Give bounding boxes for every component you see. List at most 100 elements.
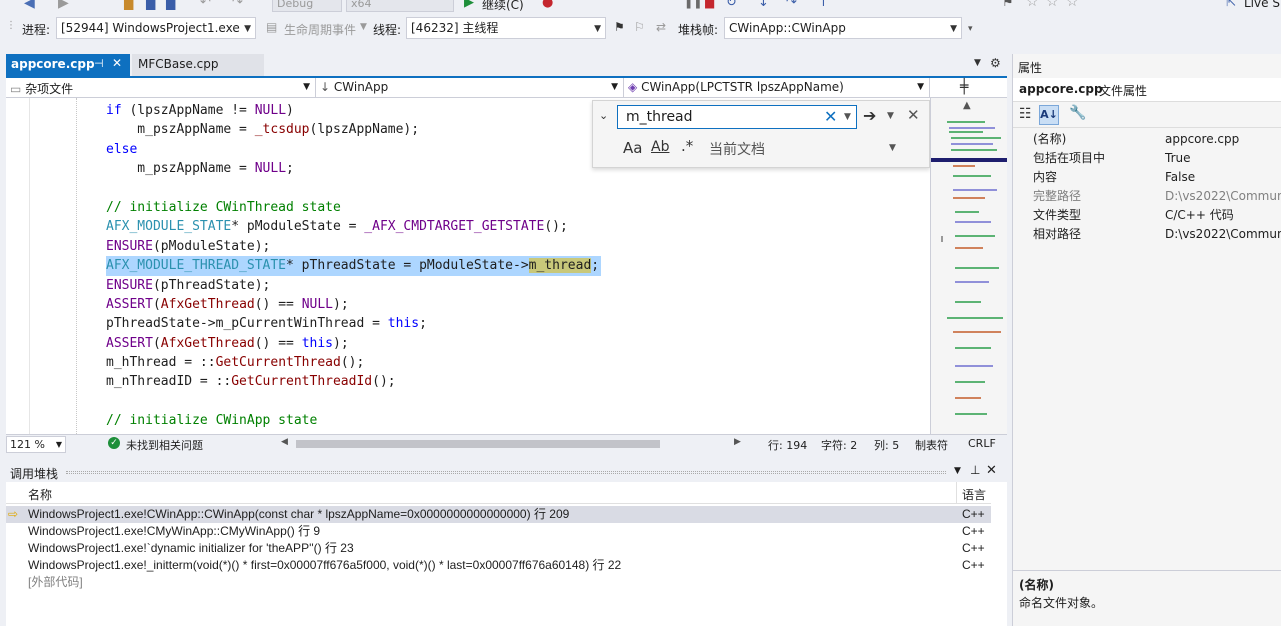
column-header-name[interactable]: 名称: [28, 486, 52, 503]
scroll-left-icon[interactable]: ◀: [281, 437, 288, 447]
issues-status[interactable]: 未找到相关问题: [126, 437, 203, 453]
callstack-row[interactable]: WindowsProject1.exe!CMyWinApp::CMyWinApp…: [6, 523, 991, 540]
tab-list-chevron-icon[interactable]: ▼: [974, 58, 981, 68]
property-row[interactable]: (名称) appcore.cpp: [1013, 130, 1281, 149]
toggle-replace-chevron-icon[interactable]: ⌄: [599, 109, 608, 122]
member-combo[interactable]: ◈ CWinApp(LPCTSTR lpszAppName) ▼: [624, 78, 930, 98]
scope-chevron-icon[interactable]: ▼: [889, 143, 896, 153]
code-line: else: [106, 140, 599, 159]
code-token: * pModuleState =: [231, 219, 365, 235]
column-divider[interactable]: [956, 482, 957, 504]
step-into-icon[interactable]: ↓: [758, 0, 769, 10]
match-case-icon[interactable]: Aa: [623, 139, 642, 157]
save-icon[interactable]: ▆: [146, 0, 155, 10]
continue-button[interactable]: 继续(C): [482, 0, 524, 13]
back-icon[interactable]: ◀: [24, 0, 35, 11]
properties-object-combo[interactable]: appcore.cpp 文件属性: [1013, 78, 1281, 102]
step-out-icon[interactable]: ↑: [818, 0, 829, 10]
property-row[interactable]: 内容 False: [1013, 168, 1281, 187]
categorized-icon[interactable]: ☷: [1019, 106, 1032, 122]
undo-icon[interactable]: ↶: [200, 0, 211, 10]
star-icon[interactable]: ☆: [1026, 0, 1039, 10]
star-icon-3[interactable]: ☆: [1066, 0, 1079, 10]
find-next-icon[interactable]: ➔: [863, 106, 876, 125]
split-window-icon[interactable]: ╪: [960, 79, 968, 95]
live-share-icon[interactable]: ⇱: [1226, 0, 1236, 9]
close-find-icon[interactable]: ✕: [907, 106, 920, 124]
flag-filter-icon[interactable]: ⚐: [634, 20, 645, 34]
property-row[interactable]: 文件类型 C/C++ 代码: [1013, 206, 1281, 225]
close-icon[interactable]: ✕: [112, 56, 122, 70]
code-token: (lpszAppName);: [309, 122, 420, 138]
breakpoint-icon[interactable]: ●: [542, 0, 553, 10]
thread-combo[interactable]: [46232] 主线程 ▼: [406, 17, 606, 39]
configuration-combo[interactable]: Debug: [272, 0, 342, 12]
callstack-row[interactable]: WindowsProject1.exe!`dynamic initializer…: [6, 540, 991, 557]
tab-appcore[interactable]: appcore.cpp ⊣ ✕: [6, 54, 130, 76]
project-combo[interactable]: ▭ 杂项文件 ▼: [6, 78, 316, 98]
editor-gutter: [6, 98, 30, 434]
scroll-thumb[interactable]: [941, 236, 943, 242]
scope-arrow-icon: ↓: [320, 80, 331, 94]
alphabetical-sort-icon[interactable]: A↓: [1039, 105, 1059, 125]
process-combo[interactable]: [52944] WindowsProject1.exe ▼: [56, 17, 256, 39]
live-share-button[interactable]: Live S: [1244, 0, 1280, 10]
tab-mfcbase[interactable]: MFCBase.cpp: [132, 54, 264, 76]
star-icon-2[interactable]: ☆: [1046, 0, 1059, 10]
window-position-chevron-icon[interactable]: ▼: [954, 466, 961, 476]
property-pages-wrench-icon[interactable]: 🔧: [1069, 105, 1086, 121]
misc-files-icon: ▭: [10, 82, 22, 96]
find-options-chevron-icon[interactable]: ▼: [887, 111, 894, 121]
platform-combo[interactable]: x64: [346, 0, 454, 12]
scope-combo[interactable]: ↓ CWinApp ▼: [316, 78, 624, 98]
search-history-chevron-icon[interactable]: ▼: [844, 112, 851, 122]
step-over-icon[interactable]: ↷: [786, 0, 797, 10]
titlebar-grip[interactable]: [66, 471, 946, 474]
callstack-row[interactable]: WindowsProject1.exe!_initterm(void(*)() …: [6, 557, 991, 574]
forward-icon[interactable]: ▶: [58, 0, 69, 11]
column-header-lang[interactable]: 语言: [962, 486, 986, 503]
scroll-up-icon[interactable]: ▲: [963, 100, 971, 111]
pin-icon[interactable]: ⊥: [970, 463, 980, 477]
search-scope-combo[interactable]: 当前文档: [709, 139, 765, 159]
tabs-mode[interactable]: 制表符: [915, 437, 948, 453]
property-row[interactable]: 相对路径 D:\vs2022\Communi: [1013, 225, 1281, 244]
stop-icon[interactable]: ■: [704, 0, 715, 10]
regex-icon[interactable]: .*: [681, 137, 693, 155]
switch-icon[interactable]: ⇄: [656, 20, 666, 34]
toolbar-grip[interactable]: ⋮: [6, 20, 16, 31]
clear-search-icon[interactable]: ✕: [824, 107, 837, 126]
property-row[interactable]: 完整路径 D:\vs2022\Communi: [1013, 187, 1281, 206]
zoom-combo[interactable]: 121 % ▼: [6, 436, 66, 453]
code-token: pThreadState->m_pCurrentWinThread =: [106, 316, 388, 332]
line-ending[interactable]: CRLF: [968, 437, 996, 450]
flag-thread-icon[interactable]: ⚑: [614, 20, 625, 34]
description-divider[interactable]: [1013, 570, 1281, 571]
horizontal-scroll-thumb[interactable]: [296, 440, 660, 448]
restart-icon[interactable]: ↻: [726, 0, 737, 10]
save-all-icon[interactable]: ▆: [166, 0, 175, 10]
code-token: GetCurrentThreadId: [231, 374, 373, 390]
property-value: False: [1165, 170, 1196, 184]
callstack-row[interactable]: ⇨ WindowsProject1.exe!CWinApp::CWinApp(co…: [6, 506, 991, 523]
pause-icon[interactable]: ❚❚: [684, 0, 702, 9]
find-input[interactable]: m_thread ✕ ▼: [617, 105, 857, 129]
lifecycle-events-button[interactable]: 生命周期事件: [284, 21, 356, 38]
continue-play-icon[interactable]: ▶: [464, 0, 474, 10]
settings-gear-icon[interactable]: ⚙: [990, 56, 1001, 70]
toolbar-overflow-icon[interactable]: ▾: [968, 24, 973, 34]
bookmark-icon[interactable]: ⚑: [1002, 0, 1014, 10]
callstack-row[interactable]: [外部代码]: [6, 574, 991, 591]
column-number: 列: 5: [874, 439, 900, 452]
close-icon[interactable]: ✕: [986, 463, 997, 478]
editor-minimap[interactable]: ▲: [930, 98, 1007, 434]
scroll-right-icon[interactable]: ▶: [734, 437, 741, 447]
properties-title: 属性: [1018, 61, 1043, 75]
pin-icon[interactable]: ⊣: [94, 57, 104, 70]
redo-icon[interactable]: ↷: [232, 0, 243, 10]
whole-word-icon[interactable]: Ab: [651, 139, 669, 155]
stackframe-combo[interactable]: CWinApp::CWinApp ▼: [724, 17, 962, 39]
open-folder-icon[interactable]: ▆: [124, 0, 133, 10]
lifecycle-events-icon[interactable]: ▤: [266, 20, 277, 34]
property-row[interactable]: 包括在项目中 True: [1013, 149, 1281, 168]
